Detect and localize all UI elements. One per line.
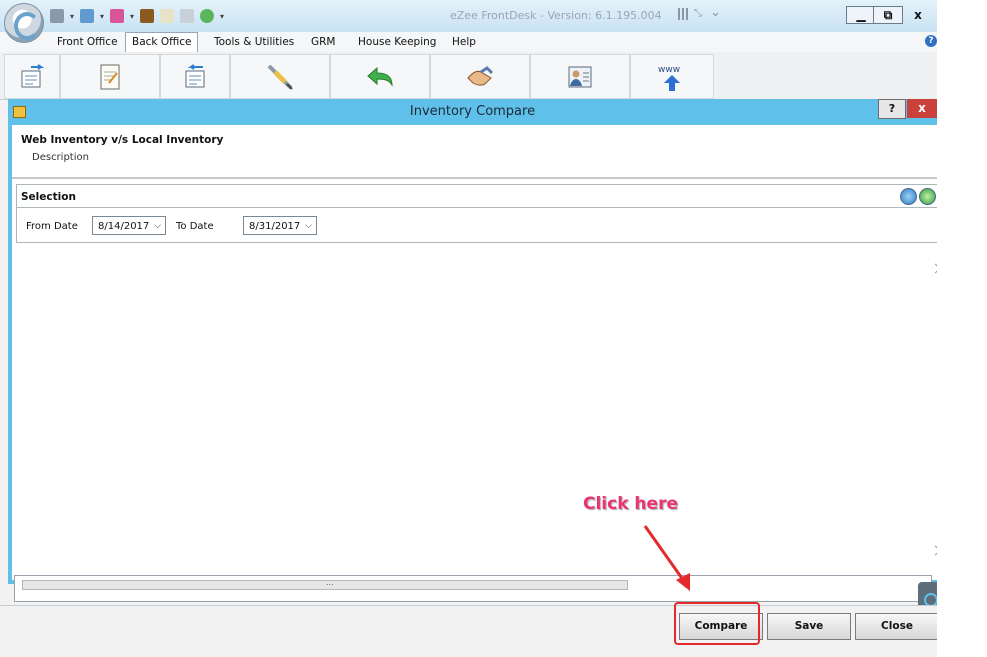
refresh-icon[interactable] (200, 9, 215, 23)
toolbar-button-notes[interactable] (60, 54, 160, 99)
inventory-compare-dialog: Inventory Compare ? x Web Inventory v/s … (8, 99, 937, 584)
from-date-value: 8/14/2017 (98, 221, 150, 232)
toolbar-button-export[interactable] (160, 54, 230, 99)
header-title: Web Inventory v/s Local Inventory (21, 134, 224, 146)
from-date-picker[interactable]: 8/14/2017 ⌵ (92, 216, 166, 235)
horizontal-scrollbar[interactable] (22, 580, 628, 590)
notepad-icon (100, 64, 120, 89)
chevron-down-icon[interactable]: ⌄ (710, 5, 721, 20)
handshake-icon (467, 65, 494, 86)
help-icon[interactable]: ? (925, 35, 937, 47)
menu-front-office[interactable]: Front Office (51, 34, 124, 50)
minimize-button[interactable]: ▁ (846, 6, 876, 24)
dropdown-icon[interactable]: ▾ (130, 12, 134, 21)
to-date-label: To Date (176, 221, 214, 232)
dialog-title: Inventory Compare (409, 104, 536, 119)
undo-arrow-icon (367, 66, 393, 87)
database-icon[interactable] (50, 9, 64, 23)
selection-title: Selection (21, 191, 76, 203)
title-bar: ▾ ▾ ▾ ▾ eZee FrontDesk - Version: 6.1.19… (0, 0, 937, 32)
toolbar-button-deal[interactable] (430, 54, 530, 99)
scroll-up-indicator[interactable] (930, 263, 937, 274)
dialog-help-button[interactable]: ? (878, 99, 906, 119)
note-icon[interactable] (160, 9, 175, 23)
dialog-title-bar: Inventory Compare ? x (8, 99, 937, 125)
menu-grm[interactable]: GRM (305, 34, 342, 50)
window-title: eZee FrontDesk - Version: 6.1.195.004 (450, 9, 662, 22)
syringe-icon (267, 64, 293, 90)
toolbar-button-web[interactable]: www (630, 54, 714, 99)
dialog-body: Web Inventory v/s Local Inventory Descri… (12, 125, 937, 580)
selection-panel: Selection From Date 8/14/2017 ⌵ To Date … (16, 184, 937, 243)
header-divider (12, 177, 937, 179)
customize-dropdown-icon[interactable]: ▾ (220, 12, 224, 21)
menu-help[interactable]: Help (446, 34, 482, 50)
toolbar-button-guest[interactable] (530, 54, 630, 99)
dropdown-icon[interactable]: ▾ (100, 12, 104, 21)
menu-house-keeping[interactable]: House Keeping (352, 34, 442, 50)
header-description: Description (32, 152, 89, 163)
close-window-button[interactable]: x (904, 6, 932, 24)
close-button[interactable]: Close (855, 613, 937, 640)
eraser-icon[interactable] (110, 9, 125, 23)
restore-button[interactable]: ⧉ (873, 6, 903, 24)
dialog-close-button[interactable]: x (907, 99, 937, 118)
menu-tools-utilities[interactable]: Tools & Utilities (208, 34, 300, 50)
quick-access-toolbar: ▾ ▾ ▾ ▾ (50, 6, 224, 26)
toolbar-button-import[interactable] (4, 54, 60, 99)
search-icon[interactable] (900, 188, 917, 205)
export-icon (185, 63, 205, 87)
calculator-icon[interactable] (180, 9, 195, 23)
to-date-value: 8/31/2017 (249, 221, 301, 232)
save-button[interactable]: Save (767, 613, 851, 640)
chevron-down-icon[interactable]: ⌵ (154, 217, 161, 236)
book-icon[interactable] (140, 9, 155, 23)
pointer-arrow-icon (643, 525, 690, 591)
menu-bar: Front Office Back Office Tools & Utiliti… (0, 32, 937, 52)
resize-icon[interactable]: ⤡ (694, 8, 706, 20)
scroll-down-indicator[interactable] (930, 545, 937, 556)
toolbar-button-tools[interactable] (230, 54, 330, 99)
app-window: ▾ ▾ ▾ ▾ eZee FrontDesk - Version: 6.1.19… (0, 0, 937, 657)
to-date-picker[interactable]: 8/31/2017 ⌵ (243, 216, 317, 235)
grid-icon[interactable] (678, 8, 690, 20)
www-upload-icon: www (658, 65, 680, 91)
refresh-icon[interactable] (919, 188, 936, 205)
scrollbar-grip[interactable]: ... (326, 578, 334, 587)
selection-divider (17, 207, 937, 208)
from-date-label: From Date (26, 221, 78, 232)
dropdown-icon[interactable]: ▾ (70, 12, 74, 21)
compare-highlight-box (674, 602, 760, 645)
menu-back-office[interactable]: Back Office (125, 32, 199, 52)
monitor-icon[interactable] (80, 9, 95, 23)
app-logo[interactable] (4, 3, 44, 43)
chevron-down-icon[interactable]: ⌵ (305, 217, 312, 236)
www-label: www (658, 65, 680, 75)
import-icon (21, 63, 45, 87)
ribbon-toolbar: www (0, 52, 937, 100)
guest-card-icon (568, 66, 592, 87)
toolbar-button-undo[interactable] (330, 54, 430, 99)
click-here-callout: Click here (583, 494, 678, 514)
